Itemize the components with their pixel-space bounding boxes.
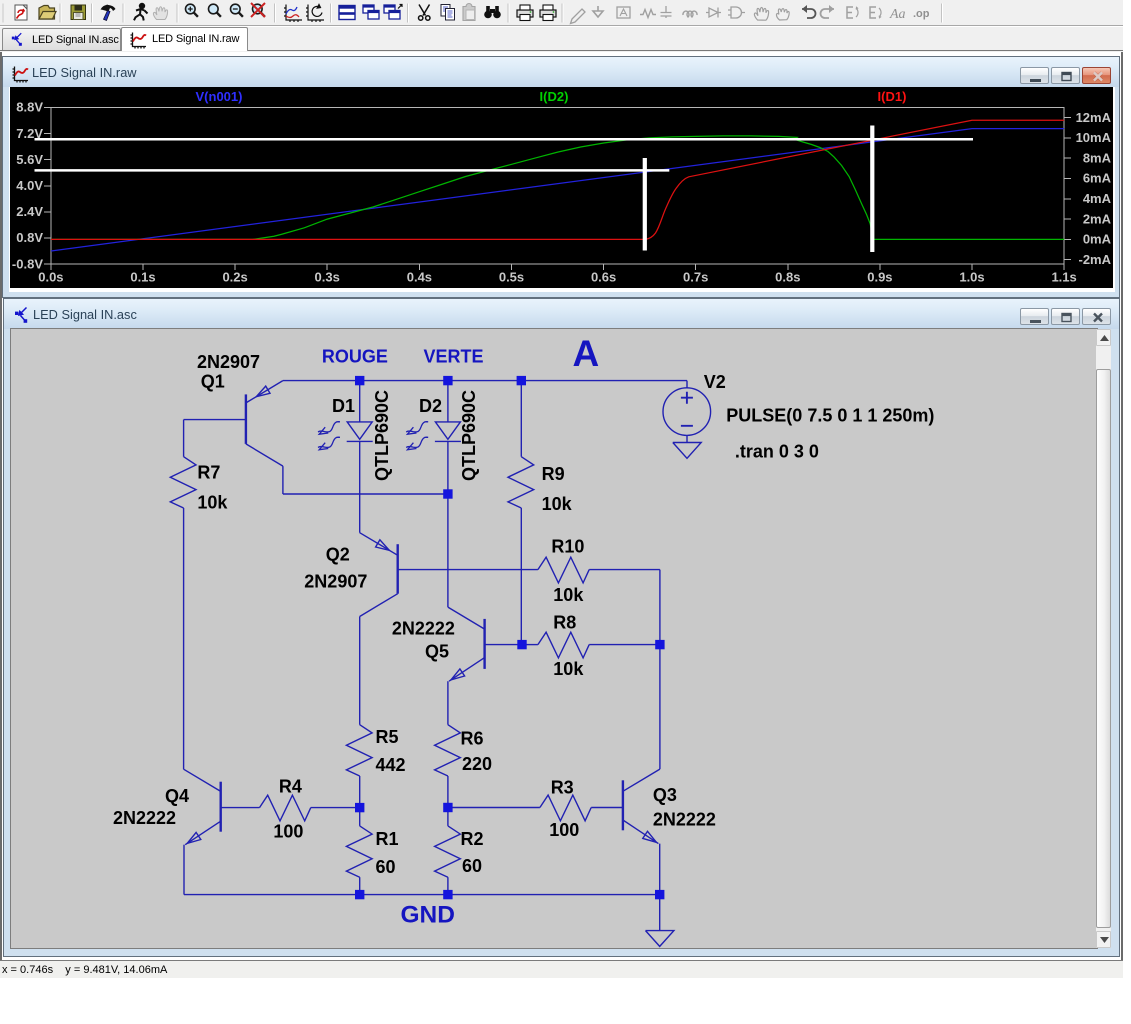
svg-text:R2: R2 <box>460 829 483 849</box>
svg-text:10k: 10k <box>541 494 572 514</box>
svg-text:0.3s: 0.3s <box>315 270 340 285</box>
svg-text:4.0V: 4.0V <box>16 178 43 193</box>
svg-text:1.0s: 1.0s <box>959 270 984 285</box>
svg-text:60: 60 <box>375 857 395 877</box>
svg-text:8mA: 8mA <box>1083 150 1112 165</box>
svg-text:R1: R1 <box>375 829 398 849</box>
svg-text:A: A <box>572 333 599 374</box>
svg-text:D2: D2 <box>419 395 442 415</box>
svg-text:R10: R10 <box>551 536 584 556</box>
svg-text:10mA: 10mA <box>1076 130 1112 145</box>
svg-text:R8: R8 <box>553 612 576 632</box>
svg-text:0.2s: 0.2s <box>222 270 247 285</box>
svg-text:0.8s: 0.8s <box>775 270 800 285</box>
svg-text:2.4V: 2.4V <box>16 204 43 219</box>
svg-text:220: 220 <box>462 754 492 774</box>
svg-text:10k: 10k <box>553 659 584 679</box>
svg-text:Q5: Q5 <box>425 641 449 661</box>
svg-text:10k: 10k <box>197 492 228 512</box>
svg-text:V(n001): V(n001) <box>196 89 243 104</box>
svg-text:R3: R3 <box>550 777 573 797</box>
svg-text:0.6s: 0.6s <box>591 270 616 285</box>
svg-text:R7: R7 <box>197 462 220 482</box>
svg-text:QTLP690C: QTLP690C <box>459 389 479 480</box>
svg-text:Q4: Q4 <box>165 786 189 806</box>
svg-text:1.1s: 1.1s <box>1051 270 1076 285</box>
svg-text:R5: R5 <box>375 727 398 747</box>
svg-text:Q1: Q1 <box>200 371 224 391</box>
svg-text:0mA: 0mA <box>1083 232 1112 247</box>
svg-text:0.8V: 0.8V <box>16 230 43 245</box>
svg-text:PULSE(0 7.5 0 1 1 250m): PULSE(0 7.5 0 1 1 250m) <box>726 405 934 425</box>
svg-text:60: 60 <box>462 856 482 876</box>
svg-text:10k: 10k <box>553 585 584 605</box>
svg-text:VERTE: VERTE <box>423 346 483 366</box>
svg-text:0.0s: 0.0s <box>38 270 63 285</box>
svg-text:100: 100 <box>549 820 579 840</box>
svg-text:.op: .op <box>913 8 930 20</box>
svg-text:2N2222: 2N2222 <box>652 809 715 829</box>
svg-text:Aa: Aa <box>889 7 906 22</box>
svg-text:6mA: 6mA <box>1083 171 1112 186</box>
svg-text:.tran 0 3 0: .tran 0 3 0 <box>734 441 818 461</box>
svg-text:I(D1): I(D1) <box>878 89 907 104</box>
svg-text:D1: D1 <box>332 395 355 415</box>
svg-text:442: 442 <box>375 755 405 775</box>
svg-text:12mA: 12mA <box>1076 110 1112 125</box>
svg-text:R6: R6 <box>460 728 483 748</box>
svg-text:2N2907: 2N2907 <box>304 571 367 591</box>
svg-text:8.8V: 8.8V <box>16 100 43 115</box>
svg-text:5.6V: 5.6V <box>16 152 43 167</box>
svg-text:Q3: Q3 <box>652 785 676 805</box>
svg-text:GND: GND <box>400 901 454 928</box>
svg-text:2N2907: 2N2907 <box>197 351 260 371</box>
svg-text:100: 100 <box>273 821 303 841</box>
svg-text:0.9s: 0.9s <box>867 270 892 285</box>
svg-text:0.4s: 0.4s <box>407 270 432 285</box>
svg-text:R9: R9 <box>541 464 564 484</box>
svg-text:0.5s: 0.5s <box>499 270 524 285</box>
svg-text:V2: V2 <box>703 371 725 391</box>
svg-text:2N2222: 2N2222 <box>113 808 176 828</box>
svg-text:R4: R4 <box>278 776 301 796</box>
svg-text:4mA: 4mA <box>1083 191 1112 206</box>
svg-text:ROUGE: ROUGE <box>321 346 387 366</box>
svg-text:2mA: 2mA <box>1083 211 1112 226</box>
svg-text:-2mA: -2mA <box>1078 252 1111 267</box>
svg-text:0.7s: 0.7s <box>683 270 708 285</box>
svg-text:QTLP690C: QTLP690C <box>372 389 392 480</box>
svg-text:2N2222: 2N2222 <box>391 618 454 638</box>
svg-text:0.1s: 0.1s <box>130 270 155 285</box>
svg-text:I(D2): I(D2) <box>540 89 569 104</box>
svg-text:Q2: Q2 <box>325 544 349 564</box>
